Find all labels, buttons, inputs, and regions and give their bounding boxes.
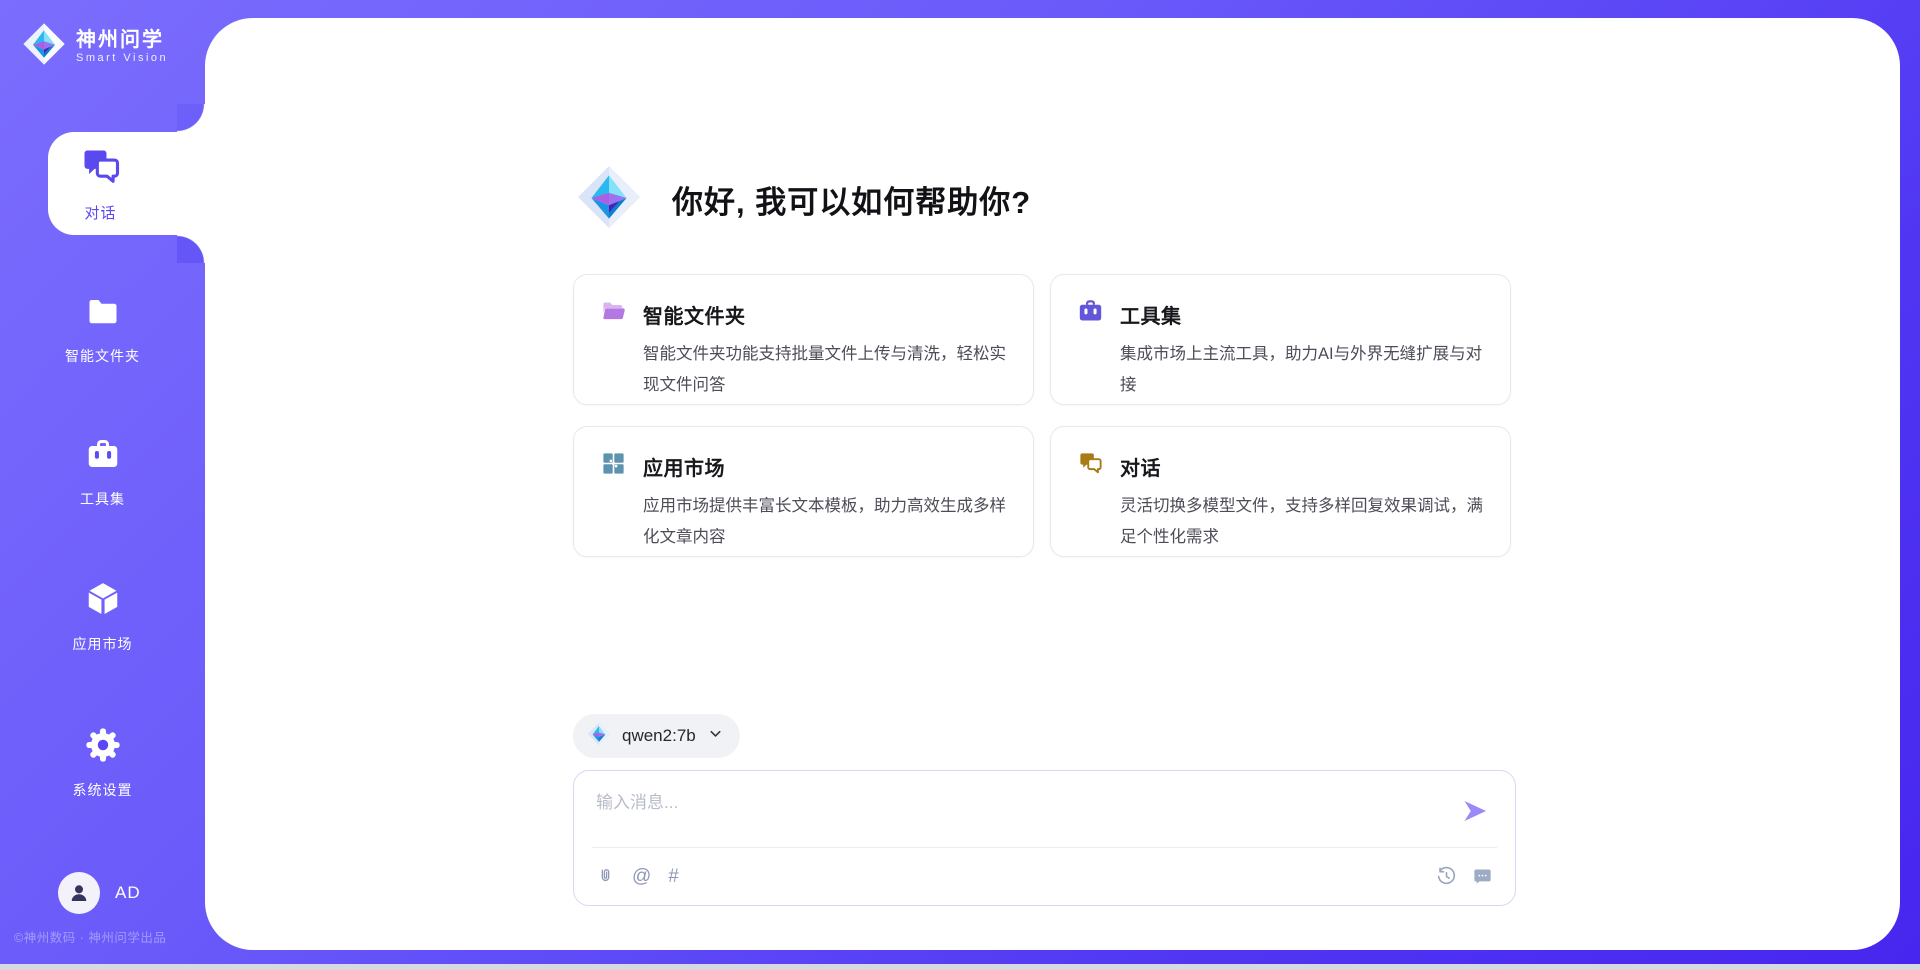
app-grid-icon [600, 450, 627, 482]
user-profile[interactable]: AD [58, 872, 141, 914]
sidebar-item-chat[interactable]: 对话 [48, 132, 208, 235]
copyright-text: ©神州数码 · 神州问学出品 [14, 927, 204, 946]
chevron-down-icon [707, 725, 724, 747]
avatar [58, 872, 100, 914]
tab-fillet-top [177, 104, 205, 132]
toolbox-icon [85, 437, 121, 478]
chat-icon [1077, 450, 1104, 482]
card-title: 对话 [1120, 452, 1161, 481]
greeting-text: 你好, 我可以如何帮助你? [672, 177, 1031, 222]
card-toolset[interactable]: 工具集 集成市场上主流工具，助力AI与外界无缝扩展与对接 [1050, 274, 1511, 405]
card-title: 工具集 [1120, 300, 1182, 329]
greeting: 你好, 我可以如何帮助你? [576, 164, 1031, 235]
model-selector[interactable]: qwen2:7b [573, 714, 740, 758]
card-chat[interactable]: 对话 灵活切换多模型文件，支持多样回复效果调试，满足个性化需求 [1050, 426, 1511, 557]
user-initials: AD [115, 883, 141, 903]
brand-diamond-icon [22, 22, 66, 71]
sidebar-item-label: 工具集 [80, 489, 125, 509]
brand-diamond-icon [587, 722, 611, 751]
chat-bubble-icon[interactable] [1472, 866, 1493, 887]
sidebar-item-label: 智能文件夹 [65, 346, 140, 366]
message-composer: @ # [573, 770, 1516, 906]
mention-icon[interactable]: @ [632, 867, 651, 886]
folder-open-icon [600, 298, 627, 330]
card-title: 应用市场 [643, 452, 725, 481]
card-desc: 集成市场上主流工具，助力AI与外界无缝扩展与对接 [1120, 339, 1492, 401]
sidebar-item-settings[interactable]: 系统设置 [0, 726, 205, 800]
hashtag-icon[interactable]: # [668, 867, 679, 886]
feature-cards: 智能文件夹 智能文件夹功能支持批量文件上传与清洗，轻松实现文件问答 工具集 集成… [573, 274, 1511, 557]
tab-fillet-bottom [177, 235, 205, 263]
history-icon[interactable] [1436, 866, 1457, 887]
card-title: 智能文件夹 [643, 300, 746, 329]
sidebar-item-label: 应用市场 [73, 634, 133, 654]
brand-diamond-icon [576, 164, 642, 235]
card-smart-folder[interactable]: 智能文件夹 智能文件夹功能支持批量文件上传与清洗，轻松实现文件问答 [573, 274, 1034, 405]
card-desc: 灵活切换多模型文件，支持多样回复效果调试，满足个性化需求 [1120, 491, 1492, 553]
app-window: 神州问学 Smart Vision 对话 智能文件夹 [0, 0, 1920, 970]
model-name: qwen2:7b [622, 726, 696, 746]
toolbox-icon [1077, 298, 1104, 330]
sidebar-item-label: 对话 [84, 202, 116, 223]
sidebar-item-toolset[interactable]: 工具集 [0, 437, 205, 509]
folder-icon [85, 294, 121, 335]
composer-toolbar: @ # [574, 847, 1515, 905]
sidebar-item-app-market[interactable]: 应用市场 [0, 580, 205, 654]
paperclip-icon[interactable] [596, 866, 615, 887]
card-desc: 应用市场提供丰富长文本模板，助力高效生成多样化文章内容 [643, 491, 1015, 553]
message-input[interactable] [574, 771, 1434, 845]
sidebar-item-smart-folder[interactable]: 智能文件夹 [0, 294, 205, 366]
cube-icon [84, 580, 122, 623]
app-title: 神州问学 [76, 29, 168, 52]
chat-icon [79, 145, 123, 194]
card-desc: 智能文件夹功能支持批量文件上传与清洗，轻松实现文件问答 [643, 339, 1015, 401]
sidebar-item-label: 系统设置 [73, 780, 133, 800]
app-logo: 神州问学 Smart Vision [22, 22, 168, 71]
app-subtitle: Smart Vision [76, 52, 168, 64]
send-icon[interactable] [1461, 797, 1489, 825]
card-app-market[interactable]: 应用市场 应用市场提供丰富长文本模板，助力高效生成多样化文章内容 [573, 426, 1034, 557]
gear-icon [84, 726, 122, 769]
